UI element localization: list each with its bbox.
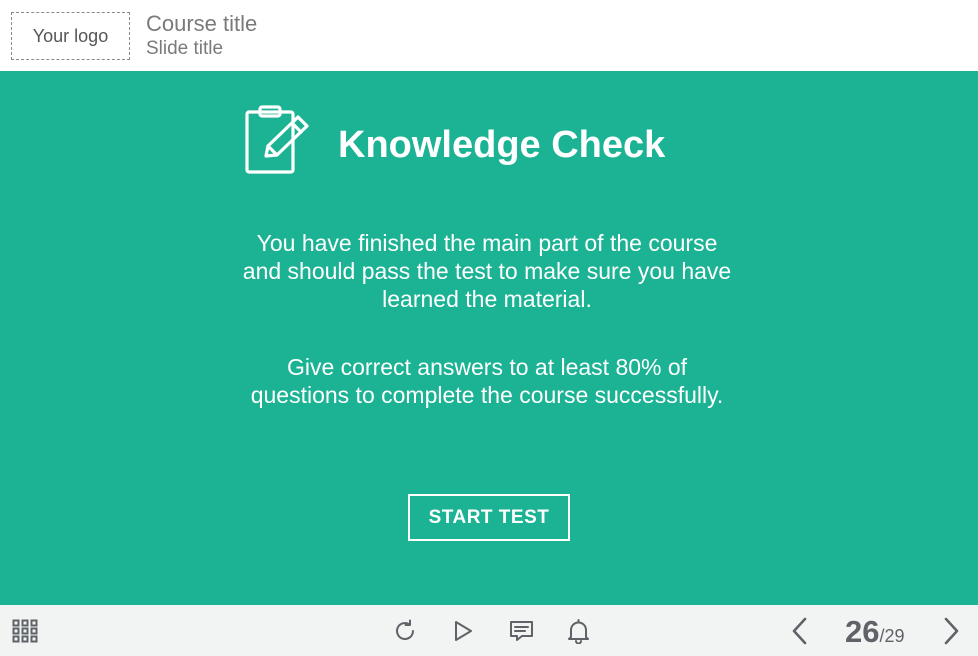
chevron-left-icon[interactable] (789, 616, 811, 646)
bell-icon[interactable] (566, 618, 591, 644)
start-test-button[interactable]: START TEST (408, 494, 570, 541)
chevron-right-icon[interactable] (940, 616, 962, 646)
header: Your logo Course title Slide title (0, 0, 978, 71)
grid-menu-icon[interactable] (12, 619, 38, 643)
play-icon[interactable] (452, 619, 474, 643)
current-page-number: 26 (845, 614, 880, 649)
replay-icon[interactable] (393, 619, 417, 643)
slide-title: Slide title (146, 38, 224, 59)
total-pages: /29 (879, 626, 905, 646)
clipboard-pencil-icon (244, 104, 312, 174)
requirement-paragraph: Give correct answers to at least 80% of … (250, 354, 724, 408)
page-indicator: 26/29 (845, 615, 905, 653)
player-toolbar: 26/29 (0, 605, 978, 656)
logo-text: Your logo (32, 25, 109, 46)
course-title: Course title (146, 11, 258, 36)
knowledge-check-title: Knowledge Check (338, 124, 666, 166)
intro-paragraph: You have finished the main part of the c… (242, 230, 732, 312)
logo-placeholder: Your logo (11, 12, 130, 60)
comment-icon[interactable] (509, 619, 534, 643)
slide-content: Knowledge Check You have finished the ma… (0, 71, 978, 605)
